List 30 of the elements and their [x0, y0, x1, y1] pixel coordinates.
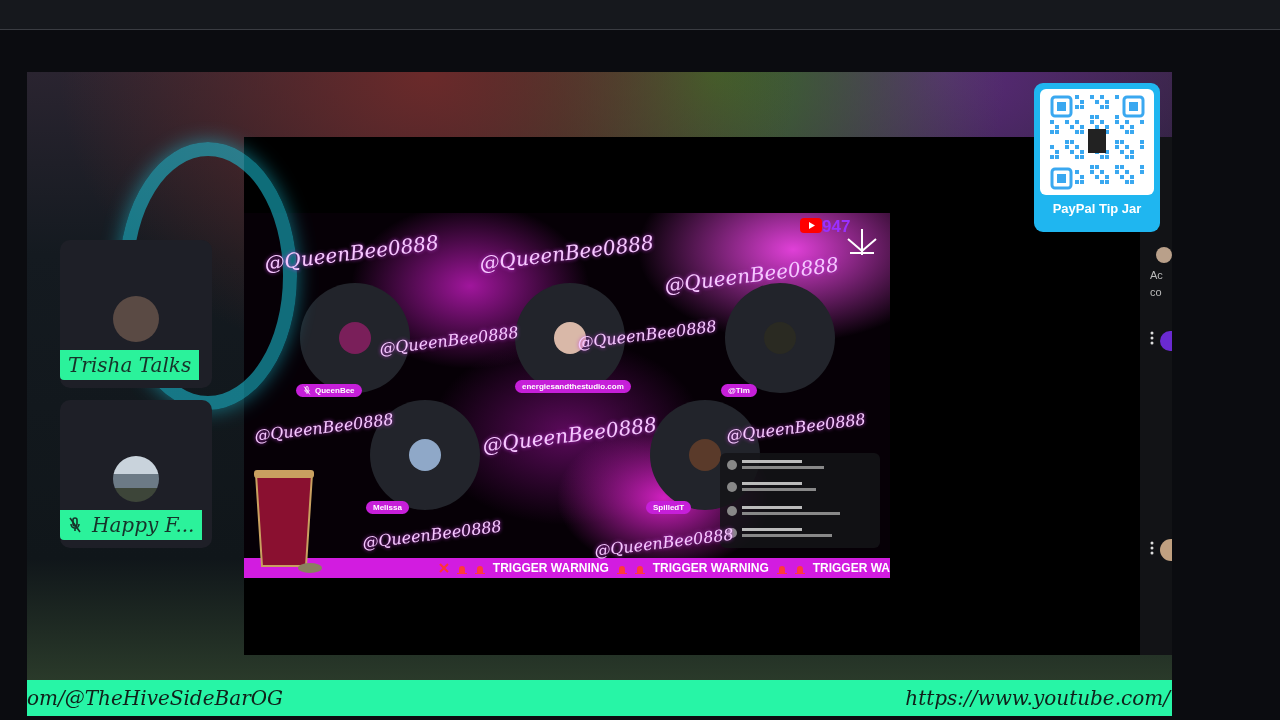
more-options-icon — [1150, 541, 1154, 555]
avatar — [689, 439, 721, 471]
avatar — [1160, 539, 1172, 561]
participant-name: Melissa — [373, 503, 402, 512]
viewer-count: 947 — [822, 217, 851, 237]
participant-name: energiesandthestudio.com — [522, 382, 624, 391]
avatar — [1156, 247, 1172, 263]
qr-code-icon — [1049, 94, 1145, 190]
more-options-icon — [1150, 331, 1154, 345]
video-play-icon — [800, 218, 822, 233]
guest-name: Happy F... — [92, 513, 195, 537]
ticker-text: TRIGGER WARNING — [652, 561, 769, 575]
avatar — [339, 322, 371, 354]
chat-text: Ac — [1150, 268, 1164, 283]
qr-card[interactable]: PayPal Tip Jar — [1034, 83, 1160, 232]
ticker-text: TRIGGER WARNING — [492, 561, 609, 575]
participant-name: @Tim — [728, 386, 750, 395]
guest-name: Trisha Talks — [68, 353, 192, 377]
banner-text: om/@TheHiveSideBarOG — [27, 686, 285, 710]
avatar — [1160, 331, 1172, 351]
chat-text: co — [1150, 285, 1163, 300]
banner-text: https://www.youtube.com/ — [905, 686, 1172, 710]
participant-name: QueenBee — [315, 386, 355, 395]
avatar — [409, 439, 441, 471]
cross-icon — [439, 563, 449, 573]
ticker-text: TRIGGER WA — [812, 561, 890, 575]
avatar — [113, 296, 159, 342]
avatar — [113, 456, 159, 502]
participant-name: SpilledT — [653, 503, 685, 512]
tip-jar-label: PayPal Tip Jar — [1052, 201, 1142, 216]
